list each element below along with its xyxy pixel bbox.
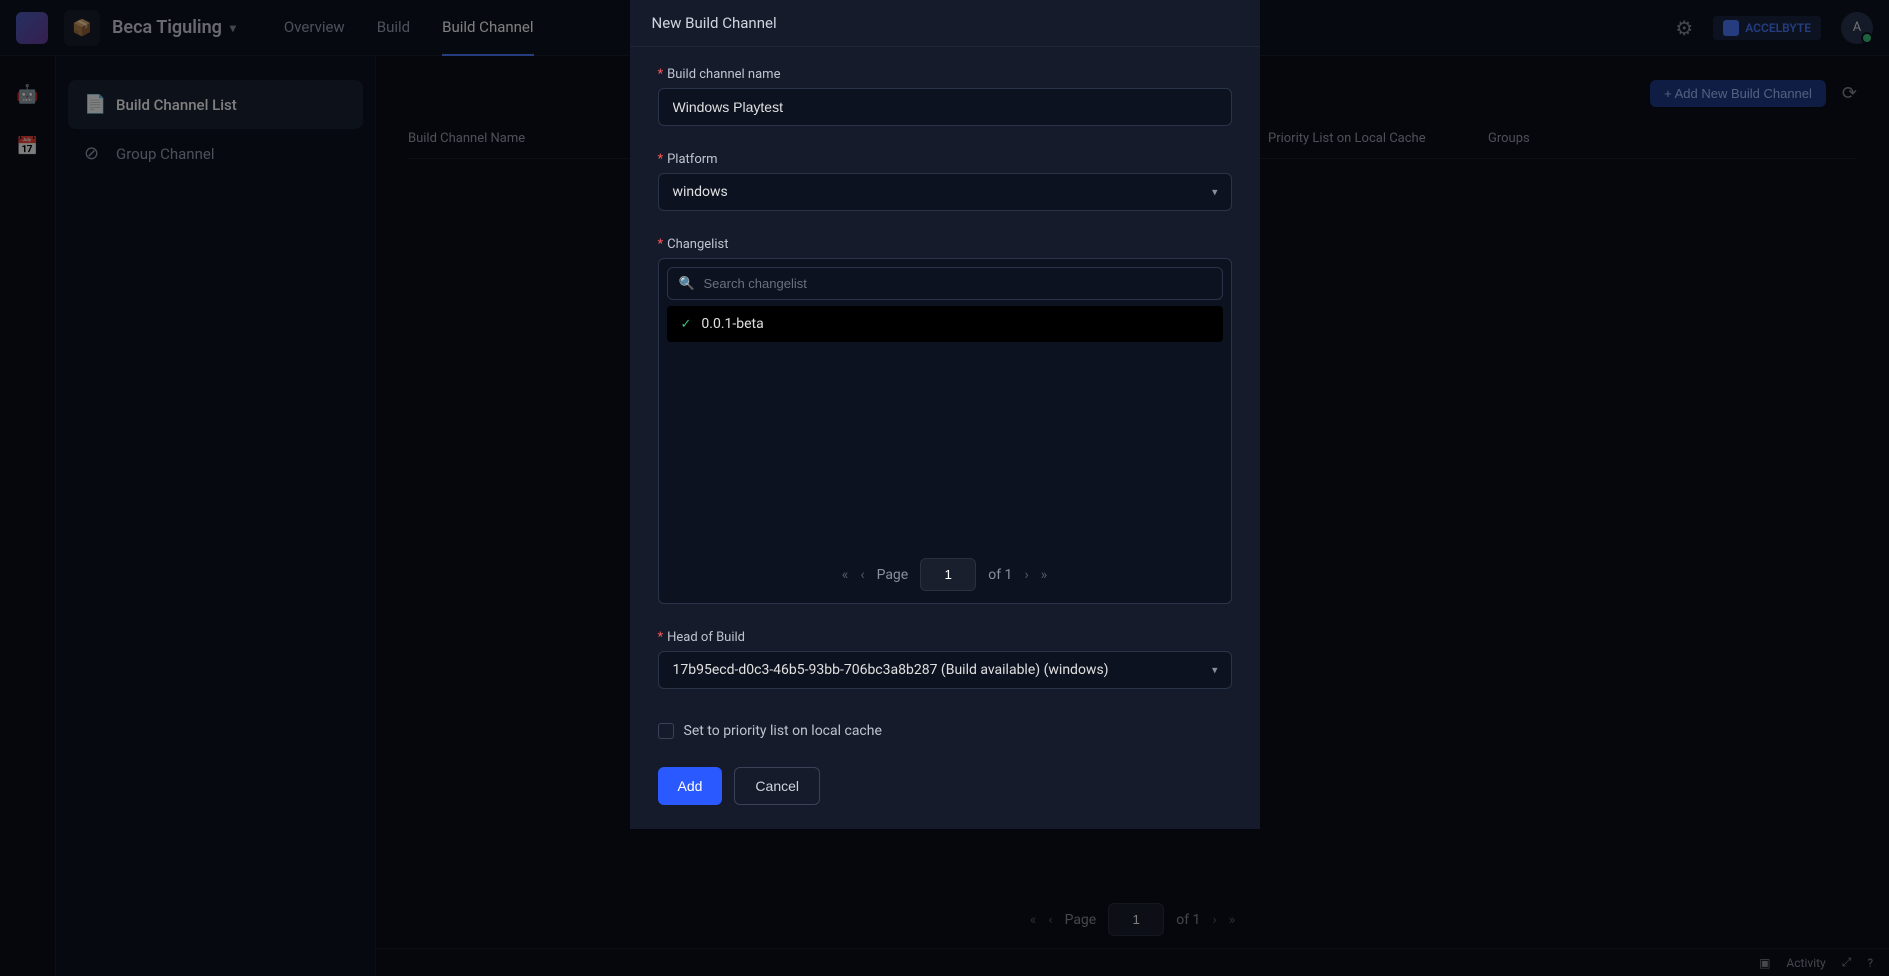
check-icon: ✓ <box>681 317 692 332</box>
channel-name-label: * Build channel name <box>658 67 1232 82</box>
changelist-dropdown-panel: 🔍 ✓ 0.0.1-beta « ‹ Page of 1 › <box>658 258 1232 604</box>
modal-title: New Build Channel <box>630 0 1260 47</box>
add-button[interactable]: Add <box>658 767 723 805</box>
platform-select[interactable]: windows ▾ <box>658 173 1232 211</box>
modal-backdrop[interactable]: New Build Channel * Build channel name *… <box>0 0 1889 976</box>
modal-actions: Add Cancel <box>658 767 1232 805</box>
channel-name-input[interactable] <box>658 88 1232 126</box>
changelist-empty-space <box>663 346 1227 546</box>
head-of-build-select[interactable]: 17b95ecd-d0c3-46b5-93bb-706bc3a8b287 (Bu… <box>658 651 1232 689</box>
priority-checkbox[interactable] <box>658 723 674 739</box>
field-channel-name: * Build channel name <box>658 67 1232 126</box>
changelist-search-input[interactable] <box>667 267 1223 300</box>
head-of-build-label: * Head of Build <box>658 630 1232 645</box>
platform-value: windows <box>658 173 1232 211</box>
changelist-option-label: 0.0.1-beta <box>701 316 763 332</box>
changelist-label: * Changelist <box>658 237 1232 252</box>
field-head-of-build: * Head of Build 17b95ecd-d0c3-46b5-93bb-… <box>658 630 1232 689</box>
required-asterisk: * <box>658 237 664 252</box>
first-page-icon[interactable]: « <box>842 567 849 583</box>
new-build-channel-modal: New Build Channel * Build channel name *… <box>630 0 1260 829</box>
cancel-button[interactable]: Cancel <box>734 767 820 805</box>
required-asterisk: * <box>658 152 664 167</box>
changelist-search-wrap: 🔍 <box>667 267 1223 300</box>
required-asterisk: * <box>658 67 664 82</box>
platform-label: * Platform <box>658 152 1232 167</box>
last-page-icon[interactable]: » <box>1041 567 1048 583</box>
platform-label-text: Platform <box>667 152 717 167</box>
field-changelist: * Changelist 🔍 ✓ 0.0.1-beta « ‹ <box>658 237 1232 604</box>
priority-checkbox-label: Set to priority list on local cache <box>684 723 882 739</box>
changelist-label-text: Changelist <box>667 237 728 252</box>
next-page-icon[interactable]: › <box>1024 567 1028 583</box>
required-asterisk: * <box>658 630 664 645</box>
modal-body: * Build channel name * Platform windows … <box>630 47 1260 829</box>
changelist-option[interactable]: ✓ 0.0.1-beta <box>667 306 1223 342</box>
page-label: Page <box>877 567 909 583</box>
search-icon: 🔍 <box>679 276 695 291</box>
head-of-build-label-text: Head of Build <box>667 630 745 645</box>
of-label: of 1 <box>988 567 1012 583</box>
field-platform: * Platform windows ▾ <box>658 152 1232 211</box>
changelist-pagination: « ‹ Page of 1 › » <box>663 546 1227 599</box>
head-of-build-value: 17b95ecd-d0c3-46b5-93bb-706bc3a8b287 (Bu… <box>658 651 1232 689</box>
channel-name-label-text: Build channel name <box>667 67 780 82</box>
prev-page-icon[interactable]: ‹ <box>860 567 864 583</box>
priority-checkbox-row[interactable]: Set to priority list on local cache <box>658 723 1232 739</box>
page-input[interactable] <box>920 558 976 591</box>
